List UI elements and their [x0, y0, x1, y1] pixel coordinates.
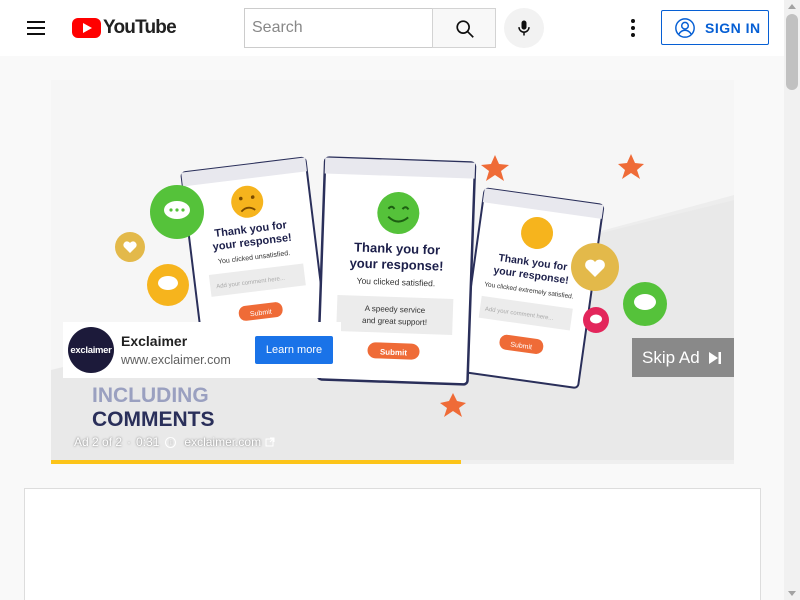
advertiser-url[interactable]: www.exclaimer.com: [121, 353, 231, 367]
ad-position: Ad 2 of 2: [74, 435, 123, 449]
menu-icon[interactable]: [24, 16, 48, 40]
ad-creative: Thank you for your response! You clicked…: [51, 80, 734, 464]
more-vert-icon[interactable]: [621, 16, 645, 40]
chat-bubble-icon: [623, 282, 667, 326]
ad-info-bar: Ad 2 of 2 · 0:31 i exclaimer.com: [74, 435, 275, 449]
card-title-line1: Thank you for: [354, 240, 440, 258]
heart-bubble-icon: [571, 243, 619, 291]
external-link-icon[interactable]: [265, 437, 275, 447]
heart-bubble-icon: [115, 232, 145, 262]
chat-bubble-icon: [583, 307, 609, 333]
ad-progress-fill: [51, 460, 461, 464]
ad-time-remaining: 0:31: [136, 435, 160, 449]
skip-ad-label: Skip Ad: [642, 347, 700, 367]
youtube-logo[interactable]: YouTube: [72, 17, 177, 39]
below-player-panel: [24, 488, 761, 600]
ad-domain-link[interactable]: exclaimer.com: [184, 435, 261, 449]
search-button[interactable]: [432, 8, 496, 48]
sign-in-label: SIGN IN: [705, 19, 761, 36]
info-icon[interactable]: i: [165, 436, 177, 448]
chat-bubble-icon: [147, 264, 189, 306]
chat-bubble-icon: [150, 185, 204, 239]
ad-progress-bar[interactable]: [51, 460, 734, 464]
search-box: [244, 8, 433, 48]
advertiser-name[interactable]: Exclaimer: [121, 333, 187, 349]
card-submit: Submit: [380, 347, 408, 357]
ad-headline-line1: INCLUDING: [92, 384, 209, 407]
scroll-up-arrow-icon[interactable]: [788, 4, 796, 9]
voice-search-button[interactable]: [504, 8, 544, 48]
mic-icon: [518, 20, 530, 36]
ad-headline-line2: COMMENTS: [92, 408, 215, 431]
learn-more-button[interactable]: Learn more: [255, 336, 333, 364]
skip-next-icon: [708, 351, 721, 364]
video-player[interactable]: Thank you for your response! You clicked…: [51, 80, 734, 464]
masthead: YouTube SIGN IN: [0, 0, 784, 56]
separator: ·: [127, 435, 132, 449]
youtube-logo-icon: [72, 18, 101, 38]
skip-ad-button[interactable]: Skip Ad: [632, 338, 734, 377]
account-icon: [675, 17, 695, 38]
logo-text: YouTube: [103, 17, 177, 38]
page-scrollbar[interactable]: [784, 0, 800, 600]
search-input[interactable]: [245, 9, 433, 47]
scroll-down-arrow-icon[interactable]: [788, 591, 796, 596]
sign-in-button[interactable]: SIGN IN: [661, 10, 769, 45]
advertiser-logo[interactable]: exclaimer: [68, 327, 114, 373]
scroll-thumb[interactable]: [786, 14, 798, 90]
search-icon: [456, 20, 474, 38]
advertiser-card: exclaimer Exclaimer www.exclaimer.com Le…: [63, 322, 341, 378]
